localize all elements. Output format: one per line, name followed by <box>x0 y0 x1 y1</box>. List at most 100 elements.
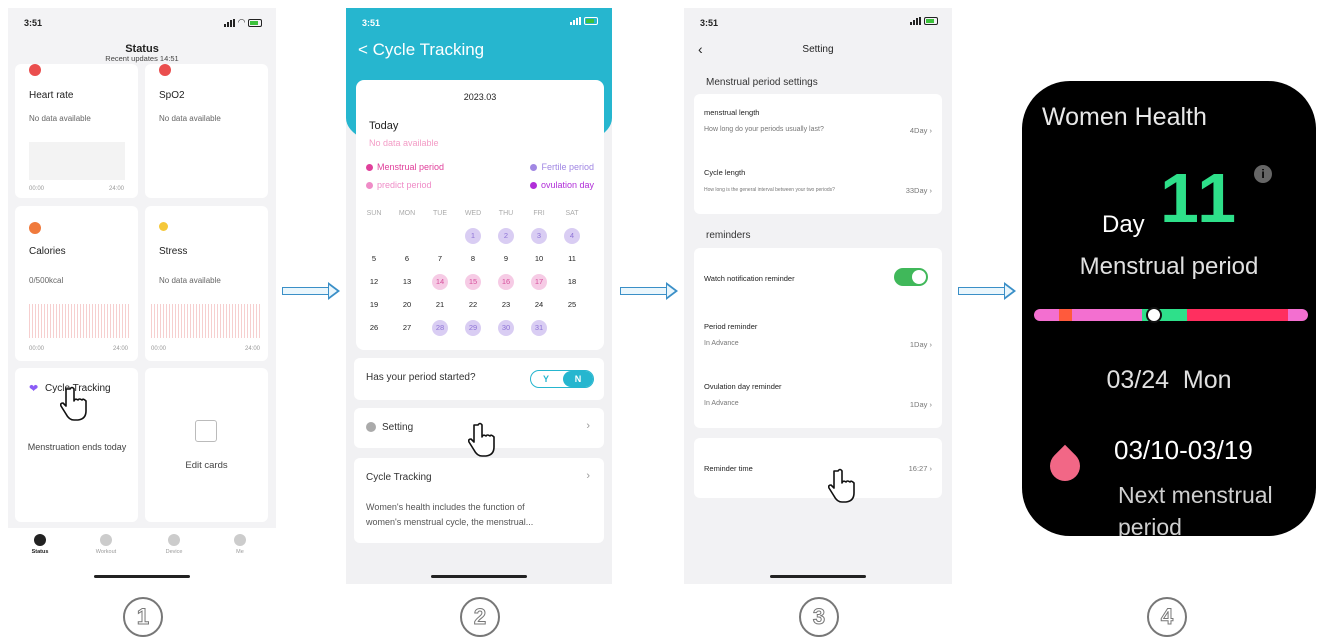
calendar-day[interactable]: 9 <box>498 251 514 267</box>
reminder-time-row[interactable]: Reminder time 16:27 › <box>694 438 942 498</box>
tab-label: Me <box>236 549 244 555</box>
setting-value-text: 16:27 <box>908 464 928 473</box>
watch-title: Women Health <box>1042 103 1207 131</box>
heart-rate-card[interactable]: Heart rate No data available 00:00 24:00 <box>15 64 138 198</box>
status-time: 3:51 <box>24 18 43 28</box>
calendar-day[interactable]: 29 <box>465 320 481 336</box>
calendar-day[interactable]: 19 <box>366 297 382 313</box>
arrow-head-icon <box>1004 282 1016 300</box>
signal-icon <box>224 18 236 27</box>
watch-notification-row: Watch notification reminder <box>694 248 942 308</box>
back-button[interactable]: < Cycle Tracking <box>358 40 484 60</box>
setting-value-text: 1Day <box>909 340 928 349</box>
calendar-card: 2023.03 Today No data available Menstrua… <box>356 80 604 350</box>
calories-value: 0/500kcal <box>29 276 64 285</box>
weekday-label: WED <box>464 210 482 217</box>
day-number: 11 <box>1160 159 1238 237</box>
ovulation-reminder-row[interactable]: Ovulation day reminder In Advance 1Day › <box>694 368 942 428</box>
cycle-position-marker <box>1146 307 1162 323</box>
calendar-day[interactable]: 30 <box>498 320 514 336</box>
weekday-label: THU <box>498 210 514 217</box>
calendar-day[interactable]: 10 <box>531 251 547 267</box>
stress-card[interactable]: Stress No data available 00:00 24:00 <box>145 206 268 361</box>
edit-cards-card[interactable]: Edit cards <box>145 368 268 522</box>
legend-predict: predict period <box>366 180 432 190</box>
heart-icon: ❤ <box>29 383 39 395</box>
calendar-day[interactable]: 23 <box>498 297 514 313</box>
cycle-info-card[interactable]: Cycle Tracking › Women's health includes… <box>354 458 604 543</box>
calendar-day[interactable]: 8 <box>465 251 481 267</box>
spo2-card[interactable]: SpO2 No data available <box>145 64 268 198</box>
cycle-info-title: Cycle Tracking <box>366 472 432 483</box>
calendar-day[interactable]: 18 <box>564 274 580 290</box>
no-option[interactable]: N <box>563 371 593 387</box>
cycle-segment <box>1287 309 1308 321</box>
axis-end-label: 24:00 <box>108 186 124 192</box>
yes-no-toggle[interactable]: Y N <box>530 370 594 388</box>
step-number: 1 <box>123 597 163 637</box>
calendar-day[interactable]: 20 <box>399 297 415 313</box>
cycle-length-row[interactable]: Cycle length How long is the general int… <box>694 154 942 214</box>
period-started-row: Has your period started? Y N <box>354 358 604 400</box>
tab-status[interactable]: Status <box>20 534 60 555</box>
calendar-day[interactable]: 28 <box>432 320 448 336</box>
calendar-day[interactable]: 31 <box>531 320 547 336</box>
weekday-label: SAT <box>565 210 579 217</box>
calendar-day[interactable]: 7 <box>432 251 448 267</box>
calendar-day[interactable]: 3 <box>531 228 547 244</box>
tab-workout[interactable]: Workout <box>86 534 126 555</box>
calendar-day[interactable]: 27 <box>399 320 415 336</box>
calendar-day[interactable]: 11 <box>564 251 580 267</box>
calendar-day[interactable]: 24 <box>531 297 547 313</box>
calendar-day[interactable]: 12 <box>366 274 382 290</box>
arrow-head-icon <box>666 282 678 300</box>
calendar-day[interactable]: 22 <box>465 297 481 313</box>
setting-screen: 3:51 ‹ Setting Menstrual period settings… <box>684 8 952 584</box>
calendar-day[interactable]: 15 <box>465 274 481 290</box>
calendar-day[interactable]: 14 <box>432 274 448 290</box>
calendar-day[interactable]: 1 <box>465 228 481 244</box>
setting-value: 16:27 › <box>908 464 932 473</box>
calendar-day[interactable]: 2 <box>498 228 514 244</box>
tab-me[interactable]: Me <box>220 534 260 555</box>
period-reminder-row[interactable]: Period reminder In Advance 1Day › <box>694 308 942 368</box>
legend-menstrual: Menstrual period <box>366 162 444 172</box>
sun-icon <box>159 222 168 231</box>
calendar-day[interactable]: 16 <box>498 274 514 290</box>
calendar-day[interactable]: 13 <box>399 274 415 290</box>
info-icon[interactable]: i <box>1254 165 1272 183</box>
setting-value: 1Day › <box>909 400 932 409</box>
status-time: 3:51 <box>362 18 381 28</box>
signal-icon <box>910 17 921 25</box>
step-number: 3 <box>799 597 839 637</box>
watch-notification-toggle[interactable] <box>894 268 928 286</box>
heart-icon <box>29 64 41 76</box>
setting-description: How long do your periods usually last? <box>704 126 824 133</box>
chevron-right-icon: › <box>586 420 590 432</box>
calendar-day[interactable]: 6 <box>399 251 415 267</box>
tab-device[interactable]: Device <box>154 534 194 555</box>
arrow-shaft <box>958 287 1004 295</box>
calendar-day[interactable]: 17 <box>531 274 547 290</box>
calendar-day[interactable]: 4 <box>564 228 580 244</box>
day-label: Day <box>1102 211 1145 238</box>
chevron-right-icon: › <box>586 470 590 482</box>
status-icons <box>570 17 598 25</box>
calories-card[interactable]: Calories 0/500kcal 00:00 24:00 <box>15 206 138 361</box>
section-header: Menstrual period settings <box>706 77 818 88</box>
calendar-month: 2023.03 <box>463 92 497 102</box>
cycle-segment <box>1071 309 1143 321</box>
menstrual-length-row[interactable]: menstrual length How long do your period… <box>694 94 942 154</box>
cycle-info-text: women's menstrual cycle, the menstrual..… <box>366 517 534 527</box>
legend-ovulation: ovulation day <box>529 180 594 190</box>
calendar-day[interactable]: 25 <box>564 297 580 313</box>
calendar-day[interactable]: 26 <box>366 320 382 336</box>
cycle-segment <box>1059 309 1072 321</box>
yes-option[interactable]: Y <box>531 371 561 387</box>
cycle-tracking-screen: 3:51 < Cycle Tracking 2023.03 Today No d… <box>346 8 612 584</box>
period-started-question: Has your period started? <box>366 372 476 383</box>
calendar-day[interactable]: 5 <box>366 251 382 267</box>
tab-bar: Status Workout Device Me <box>8 528 276 584</box>
calendar-day[interactable]: 21 <box>432 297 448 313</box>
axis-start-label: 00:00 <box>151 346 167 352</box>
